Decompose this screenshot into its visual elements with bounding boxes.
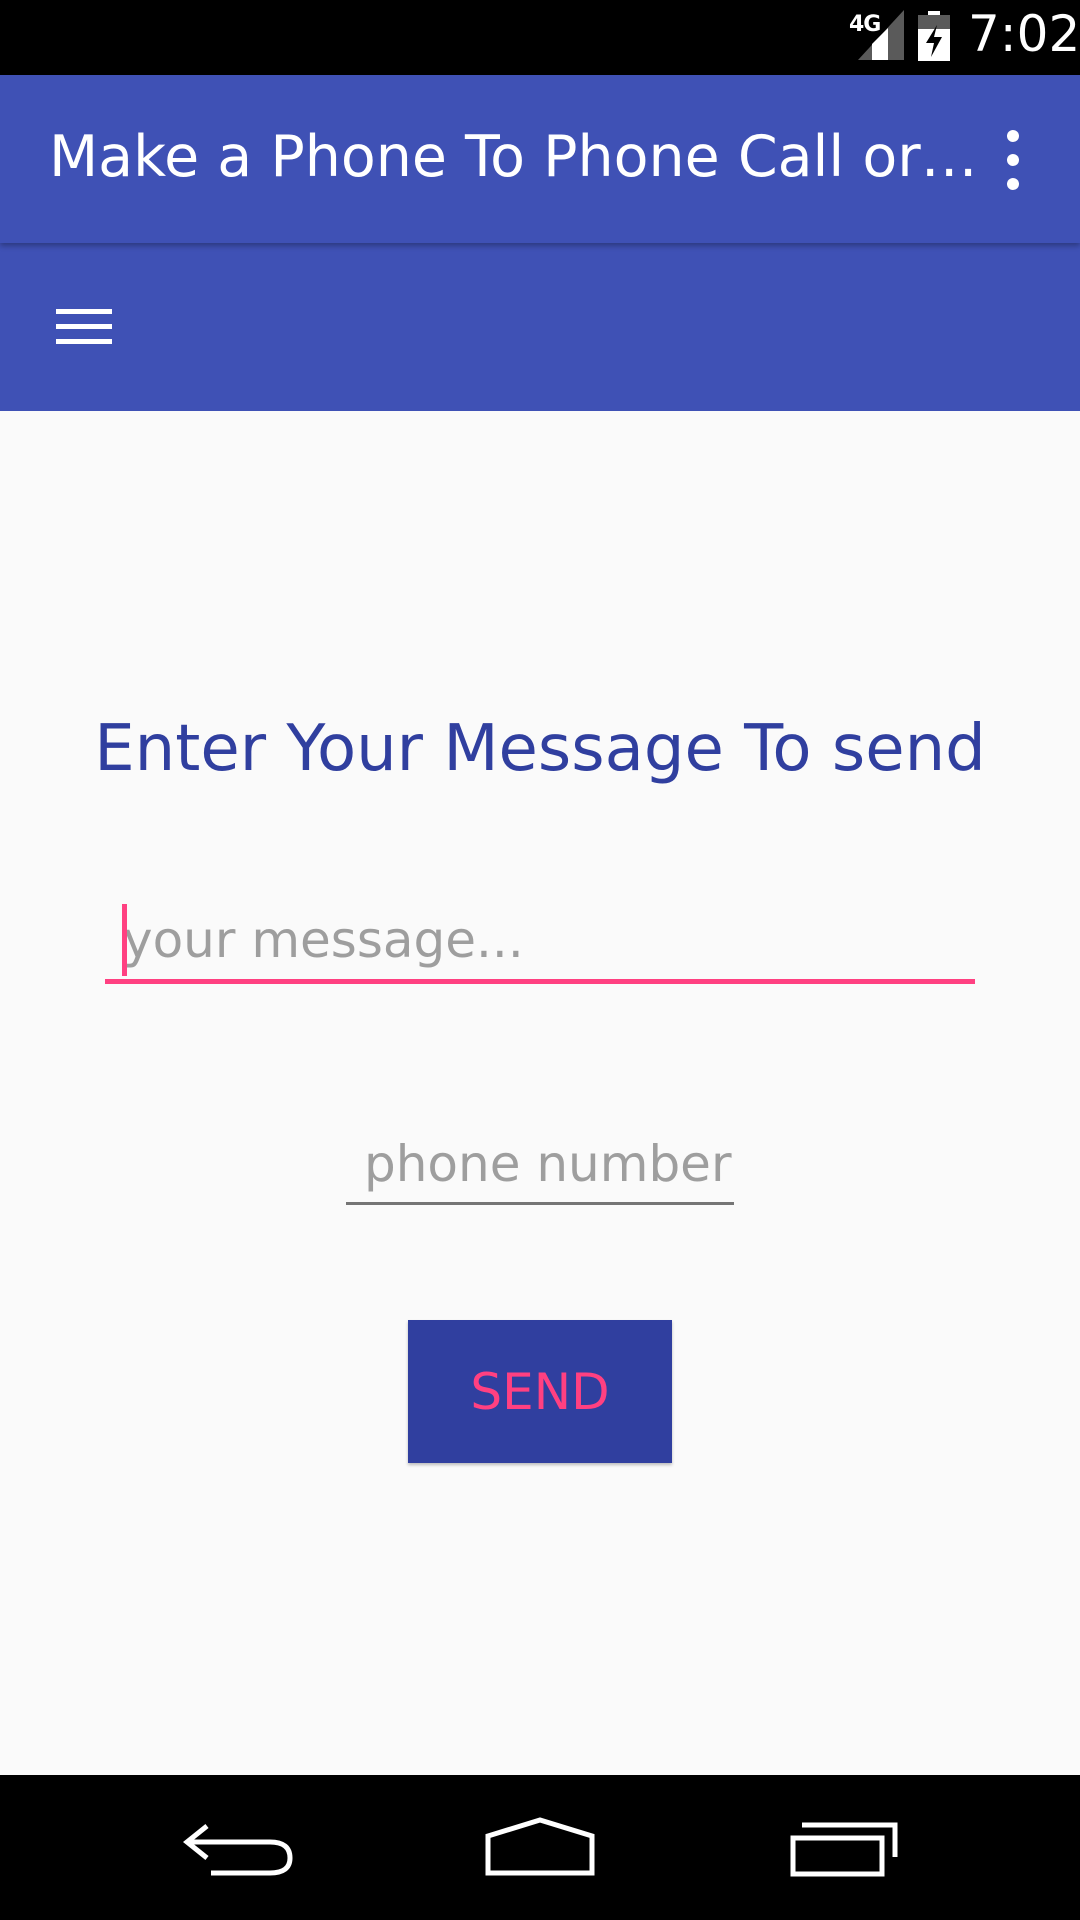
battery-charging-icon <box>918 11 950 61</box>
hamburger-menu-icon[interactable] <box>48 298 120 358</box>
message-underline <box>105 979 975 984</box>
signal-icon <box>858 10 904 60</box>
back-icon[interactable] <box>175 1805 305 1890</box>
clock: 7:02 <box>968 5 1080 63</box>
home-icon[interactable] <box>475 1805 605 1890</box>
status-bar: 4G 7:02 <box>0 0 1080 75</box>
phone-number-input[interactable] <box>346 1125 734 1203</box>
page-heading: Enter Your Message To send <box>94 712 986 786</box>
message-input[interactable] <box>105 900 975 980</box>
more-vert-icon[interactable] <box>988 130 1038 190</box>
send-button[interactable]: SEND <box>408 1320 672 1463</box>
app-title: Make a Phone To Phone Call or… <box>49 124 978 190</box>
secondary-toolbar <box>0 243 1080 411</box>
phone-underline <box>346 1202 734 1205</box>
text-cursor <box>122 904 127 976</box>
navigation-bar <box>0 1775 1080 1920</box>
recents-icon[interactable] <box>780 1805 910 1890</box>
app-bar: Make a Phone To Phone Call or… <box>0 75 1080 243</box>
phone-field[interactable] <box>346 1125 734 1205</box>
message-field[interactable] <box>105 900 975 985</box>
